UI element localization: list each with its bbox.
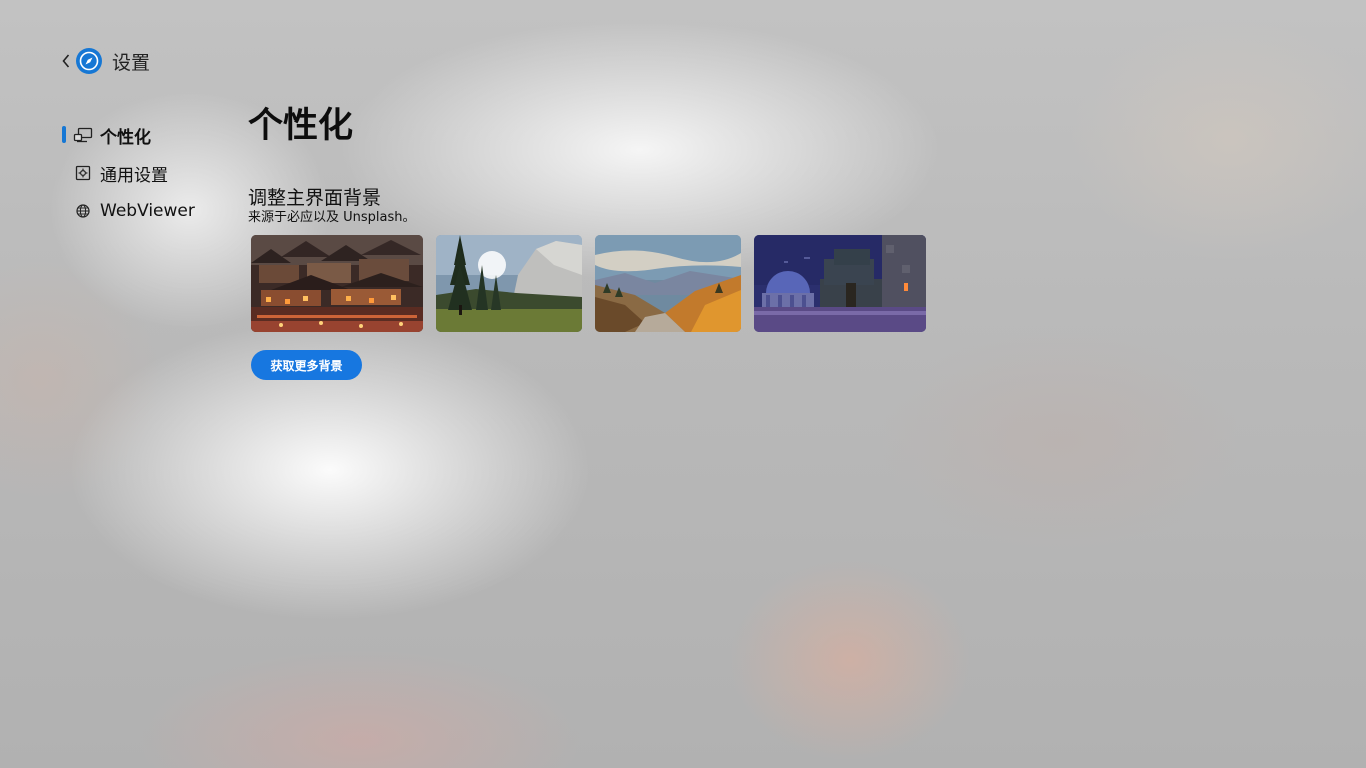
sidebar-item-label: WebViewer [100, 201, 195, 221]
sidebar-item-label: 通用设置 [100, 165, 168, 186]
globe-icon [73, 203, 93, 219]
header: 设置 [58, 46, 150, 76]
back-button[interactable] [58, 46, 74, 76]
page-title: 个性化 [248, 106, 354, 146]
sidebar-item-personalization[interactable]: 个性化 [62, 116, 232, 154]
wallpaper-thumbnail-cliff-forest[interactable] [436, 235, 582, 332]
active-indicator [62, 126, 66, 143]
sidebar-item-general-settings[interactable]: 通用设置 [62, 154, 232, 192]
chevron-left-icon [62, 54, 70, 68]
header-title: 设置 [112, 51, 151, 74]
app-logo [76, 48, 102, 74]
settings-icon [73, 165, 93, 181]
section-subtitle: 来源于必应以及 Unsplash。 [248, 210, 416, 225]
wallpaper-thumbnail-ancient-town[interactable] [251, 235, 423, 332]
sidebar-item-label: 个性化 [100, 127, 151, 148]
sidebar-item-webviewer[interactable]: WebViewer [62, 192, 232, 230]
personalization-icon [73, 127, 93, 143]
sidebar: 个性化 通用设置 WebViewer [62, 116, 232, 230]
wallpaper-thumbnail-autumn-valley[interactable] [595, 235, 741, 332]
wallpaper-thumbnail-blocky-night[interactable] [754, 235, 926, 332]
compass-icon [79, 51, 99, 71]
section-title: 调整主界面背景 [248, 187, 382, 209]
get-more-backgrounds-button[interactable]: 获取更多背景 [251, 350, 362, 380]
